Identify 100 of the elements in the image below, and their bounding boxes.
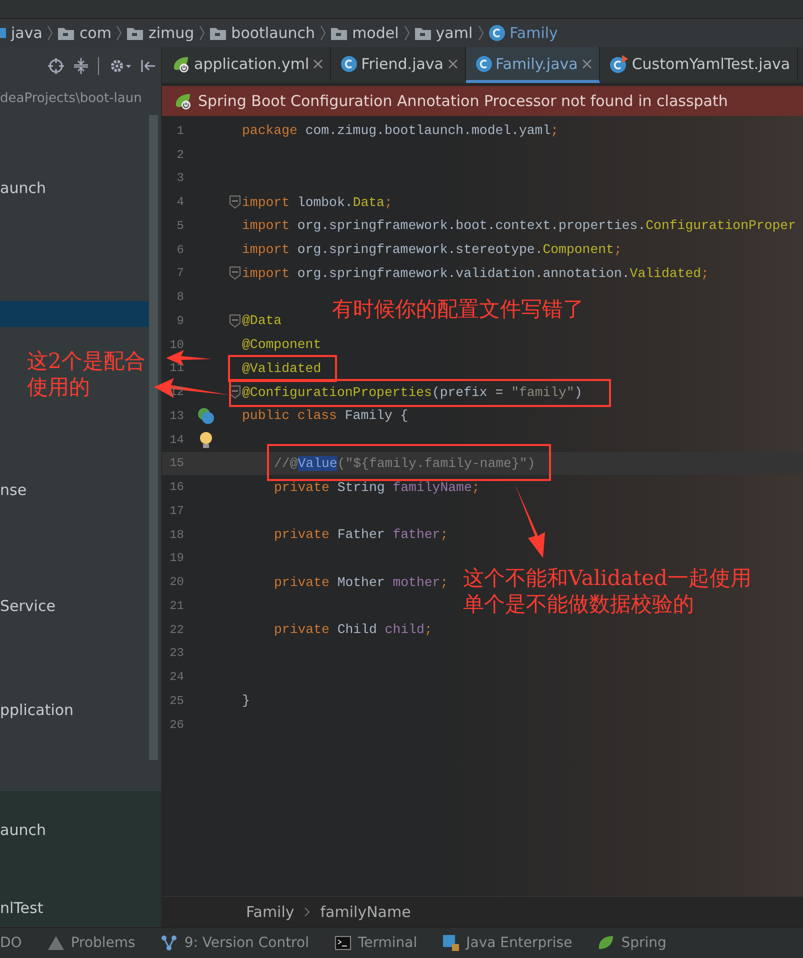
test-class-icon [610, 54, 628, 72]
tree-item[interactable]: nse [0, 477, 161, 503]
tree-item[interactable]: aunch [0, 817, 161, 843]
fold-icon[interactable] [229, 314, 241, 328]
fold-icon[interactable] [229, 266, 241, 280]
warning-icon [48, 936, 64, 950]
line-number: 25 [168, 694, 184, 708]
chevron-icon [478, 25, 484, 41]
line-number: 8 [176, 290, 184, 304]
line-number: 21 [168, 598, 184, 613]
breadcrumb-item[interactable]: zimug [148, 24, 194, 42]
editor-tab[interactable]: CustomYamlTest.java [600, 47, 798, 83]
class-icon [476, 56, 492, 72]
editor-tab[interactable]: Friend.java [331, 47, 466, 83]
close-icon[interactable] [313, 58, 324, 68]
tree-item[interactable]: pplication [0, 697, 161, 723]
line-number: 23 [168, 646, 184, 660]
tool-window-button[interactable]: Problems [48, 935, 136, 951]
line-number: 11 [168, 361, 184, 376]
tree-item[interactable]: Service [0, 593, 161, 619]
tool-window-button[interactable]: DO [0, 935, 22, 951]
editor-tab[interactable]: Family.java [466, 47, 600, 83]
bean-icon[interactable] [197, 406, 215, 425]
lightbulb-icon[interactable] [199, 430, 213, 449]
breadcrumb-item[interactable]: java [11, 24, 42, 42]
banner-message: Spring Boot Configuration Annotation Processor not found in classpath [198, 92, 728, 110]
tool-window-button[interactable]: 9: Version Control [161, 935, 309, 951]
line-number: 7 [176, 266, 184, 280]
code-line: import org.springframework.validation.annotation.Validated; [242, 266, 709, 281]
chevron-icon [320, 25, 326, 41]
line-number: 14 [168, 432, 184, 447]
chevron-icon [304, 907, 310, 917]
code-line: @Data [242, 313, 282, 328]
fold-icon[interactable] [229, 385, 241, 400]
annotation-text: 使用的 [27, 374, 91, 400]
tree-item[interactable]: nlTest [0, 895, 161, 921]
code-line: import org.springframework.stereotype.Component; [242, 242, 622, 258]
line-number: 20 [168, 575, 184, 590]
structure-crumb[interactable]: familyName [320, 903, 411, 921]
breadcrumb-item[interactable]: yaml [436, 24, 473, 42]
chevron-icon [199, 25, 206, 41]
close-icon[interactable] [448, 58, 458, 68]
line-number: 15 [168, 456, 184, 470]
breadcrumb-item[interactable]: Family [510, 24, 558, 42]
breadcrumb-item[interactable]: model [352, 24, 399, 42]
branch-icon [161, 935, 178, 951]
line-number: 13 [168, 408, 184, 423]
chevron-icon [47, 25, 54, 41]
locate-icon[interactable] [48, 58, 64, 74]
annotation-text: 单个是不能做数据校验的 [463, 591, 695, 618]
annotation-text: 有时候你的配置文件写错了 [332, 296, 584, 322]
spring-leaf-icon [598, 935, 614, 951]
line-number: 9 [176, 314, 184, 328]
collapse-icon[interactable] [74, 58, 88, 74]
tool-window-button[interactable]: Terminal [334, 935, 418, 951]
line-number: 17 [168, 504, 184, 518]
line-number: 24 [168, 670, 184, 684]
tree-item[interactable]: aunch [0, 175, 161, 201]
code-line: private Father father; [273, 527, 448, 542]
code-line: package com.zimug.bootlaunch.model.yaml; [242, 123, 559, 138]
code-line: import org.springframework.boot.context.properties.ConfigurationProper [242, 218, 796, 234]
line-number: 10 [168, 338, 184, 352]
terminal-icon [334, 936, 351, 950]
editor-tab[interactable]: application.yml [162, 47, 332, 83]
line-number: 4 [176, 195, 184, 210]
line-number: 18 [168, 528, 184, 542]
line-number: 1 [176, 124, 184, 138]
line-number: 6 [176, 242, 184, 257]
code-line: private Mother mother; [273, 574, 448, 590]
tool-window-button[interactable]: Spring [598, 935, 666, 951]
hide-panel-icon[interactable] [141, 58, 155, 74]
line-number: 2 [176, 148, 184, 162]
close-icon[interactable] [582, 58, 592, 68]
spring-leaf-icon [174, 92, 192, 110]
chevron-icon [404, 25, 410, 41]
annotation-text: 这个不能和Validated一起使用 [463, 565, 752, 592]
code-line: @Validated [242, 360, 322, 376]
code-line: public class Family { [242, 408, 408, 424]
code-line: private String familyName; [273, 480, 480, 495]
breadcrumb-item[interactable]: bootlaunch [231, 24, 316, 42]
breadcrumb-item[interactable]: com [79, 24, 112, 42]
fold-icon[interactable] [229, 195, 241, 210]
tool-window-button[interactable]: Java Enterprise [443, 935, 572, 951]
structure-crumb[interactable]: Family [246, 903, 294, 921]
class-icon [341, 56, 358, 72]
line-number: 3 [176, 171, 184, 186]
enterprise-icon [443, 935, 460, 951]
project-path: deaProjects\boot-laun [0, 90, 143, 108]
line-number: 19 [168, 551, 184, 566]
code-line: } [242, 693, 250, 708]
class-icon [488, 25, 505, 41]
line-number: 5 [176, 218, 184, 233]
settings-icon[interactable] [109, 58, 131, 74]
code-line: //@Value("${family.family-name}") [273, 456, 536, 471]
code-line: @ConfigurationProperties(prefix = "family") [242, 384, 582, 400]
line-number: 22 [168, 622, 184, 637]
line-number: 16 [168, 480, 184, 494]
scrollbar[interactable] [149, 115, 158, 760]
chevron-icon [116, 25, 122, 41]
code-line: @Component [242, 337, 322, 352]
